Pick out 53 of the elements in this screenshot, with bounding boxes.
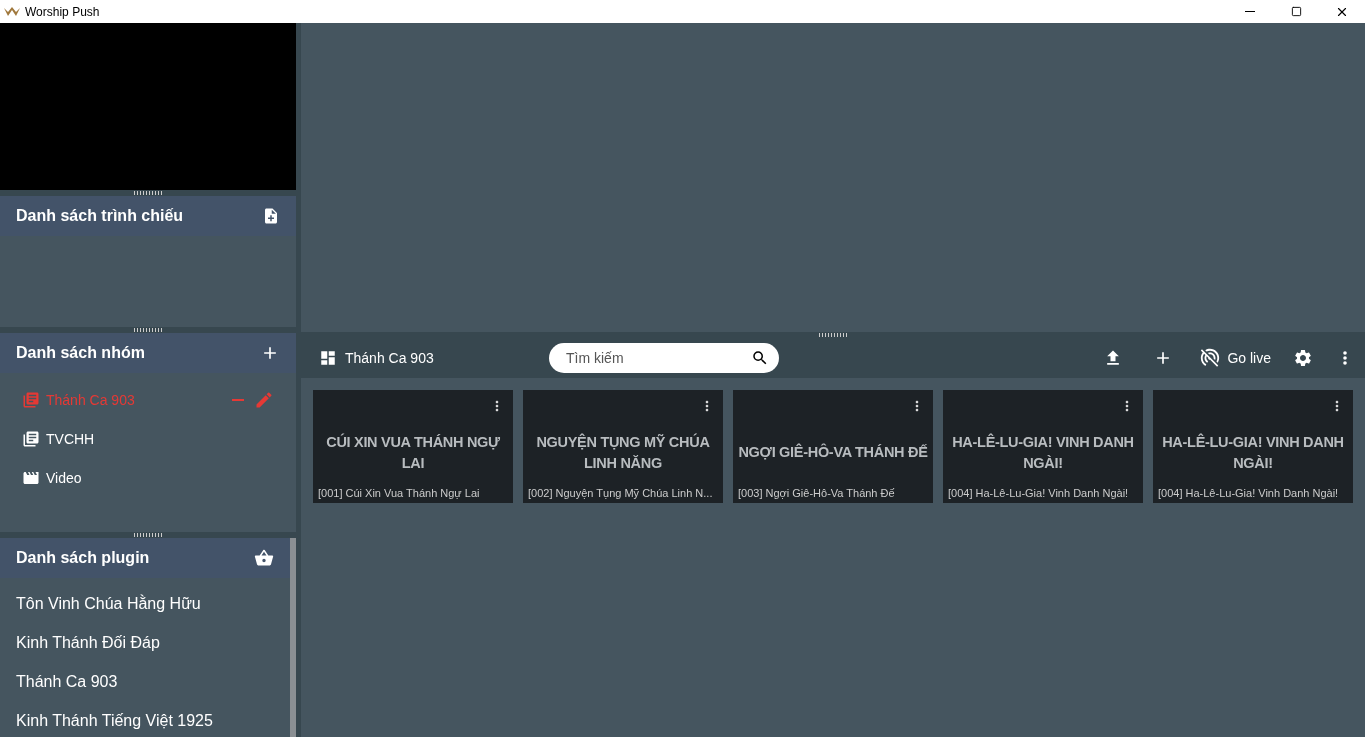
song-caption: [001] Cúi Xin Vua Thánh Ngự Lai — [318, 487, 481, 501]
search-field[interactable]: Tìm kiếm — [549, 343, 779, 373]
resize-handle[interactable] — [0, 190, 296, 196]
minus-icon — [232, 398, 244, 401]
song-heading: NGUYỆN TỤNG MỸ CHÚA LINH NĂNG — [535, 432, 711, 473]
grid-icon — [319, 349, 337, 367]
new-file-button[interactable] — [262, 207, 280, 225]
broadcast-off-icon — [1199, 347, 1222, 369]
group-label: TVCHH — [46, 430, 96, 447]
song-heading: HA-LÊ-LU-GIA! VINH DANH NGÀI! — [951, 432, 1135, 473]
song-caption: [004] Ha-Lê-Lu-Gia! Vinh Danh Ngài! — [948, 487, 1130, 501]
plugin-item[interactable]: Thánh Ca 903 — [0, 662, 290, 701]
plugin-item[interactable]: Kinh Thánh Tiếng Việt 1925 — [0, 701, 290, 737]
group-item[interactable]: TVCHH — [0, 419, 296, 458]
settings-icon — [1293, 348, 1313, 368]
window-title: Worship Push — [25, 4, 101, 19]
pencil-icon — [254, 389, 274, 410]
app-logo-icon — [4, 6, 20, 17]
minimize-icon — [1245, 11, 1255, 12]
song-heading: NGỢI GIÊ-HÔ-VA THÁNH ĐẾ — [738, 442, 928, 462]
song-card[interactable]: HA-LÊ-LU-GIA! VINH DANH NGÀI! [004] Ha-Lê-Lu-Gia! Vinh Danh Ngài! — [1153, 390, 1353, 503]
song-card[interactable]: CÚI XIN VUA THÁNH NGỰ LAI [001] Cúi Xin Vua Thánh Ngự Lai — [313, 390, 513, 503]
more-icon — [1343, 351, 1347, 365]
song-caption: [003] Ngợi Giê-Hô-Va Thánh Đế — [738, 487, 896, 501]
go-live-button[interactable]: Go live — [1199, 347, 1271, 369]
more-button[interactable] — [1343, 351, 1347, 365]
resize-handle[interactable] — [0, 327, 296, 333]
group-item[interactable]: Video — [0, 458, 296, 497]
scrollbar[interactable] — [290, 538, 296, 737]
book-stack-icon — [22, 390, 40, 409]
song-caption: [004] Ha-Lê-Lu-Gia! Vinh Danh Ngài! — [1158, 487, 1340, 501]
song-heading: HA-LÊ-LU-GIA! VINH DANH NGÀI! — [1161, 432, 1345, 473]
collection-title: Thánh Ca 903 — [345, 350, 435, 366]
panel-title: Danh sách plugin — [16, 549, 151, 567]
group-label: Thánh Ca 903 — [46, 391, 136, 408]
panel-title: Danh sách trình chiếu — [16, 207, 185, 225]
song-card[interactable]: NGUYỆN TỤNG MỸ CHÚA LINH NĂNG [002] Nguyện Tụng Mỹ Chúa Linh N... — [523, 390, 723, 503]
song-card[interactable]: NGỢI GIÊ-HÔ-VA THÁNH ĐẾ [003] Ngợi Giê-Hô-Va Thánh Đế — [733, 390, 933, 503]
new-file-icon — [262, 207, 280, 225]
settings-button[interactable] — [1293, 348, 1313, 368]
song-caption: [002] Nguyện Tụng Mỹ Chúa Linh N... — [528, 487, 714, 501]
song-card[interactable]: HA-LÊ-LU-GIA! VINH DANH NGÀI! [004] Ha-Lê-Lu-Gia! Vinh Danh Ngài! — [943, 390, 1143, 503]
plugin-item[interactable]: Tôn Vinh Chúa Hằng Hữu — [0, 584, 290, 623]
basket-icon — [254, 548, 274, 568]
search-icon — [751, 349, 769, 367]
restore-icon — [1290, 6, 1302, 17]
book-stack-icon — [22, 429, 40, 448]
basket-button[interactable] — [254, 548, 274, 568]
panel-title: Danh sách nhóm — [16, 344, 146, 362]
resize-handle[interactable] — [0, 532, 296, 538]
group-label: Video — [46, 469, 83, 486]
plugin-item[interactable]: Kinh Thánh Đối Đáp — [0, 623, 290, 662]
song-heading: CÚI XIN VUA THÁNH NGỰ LAI — [325, 432, 501, 473]
